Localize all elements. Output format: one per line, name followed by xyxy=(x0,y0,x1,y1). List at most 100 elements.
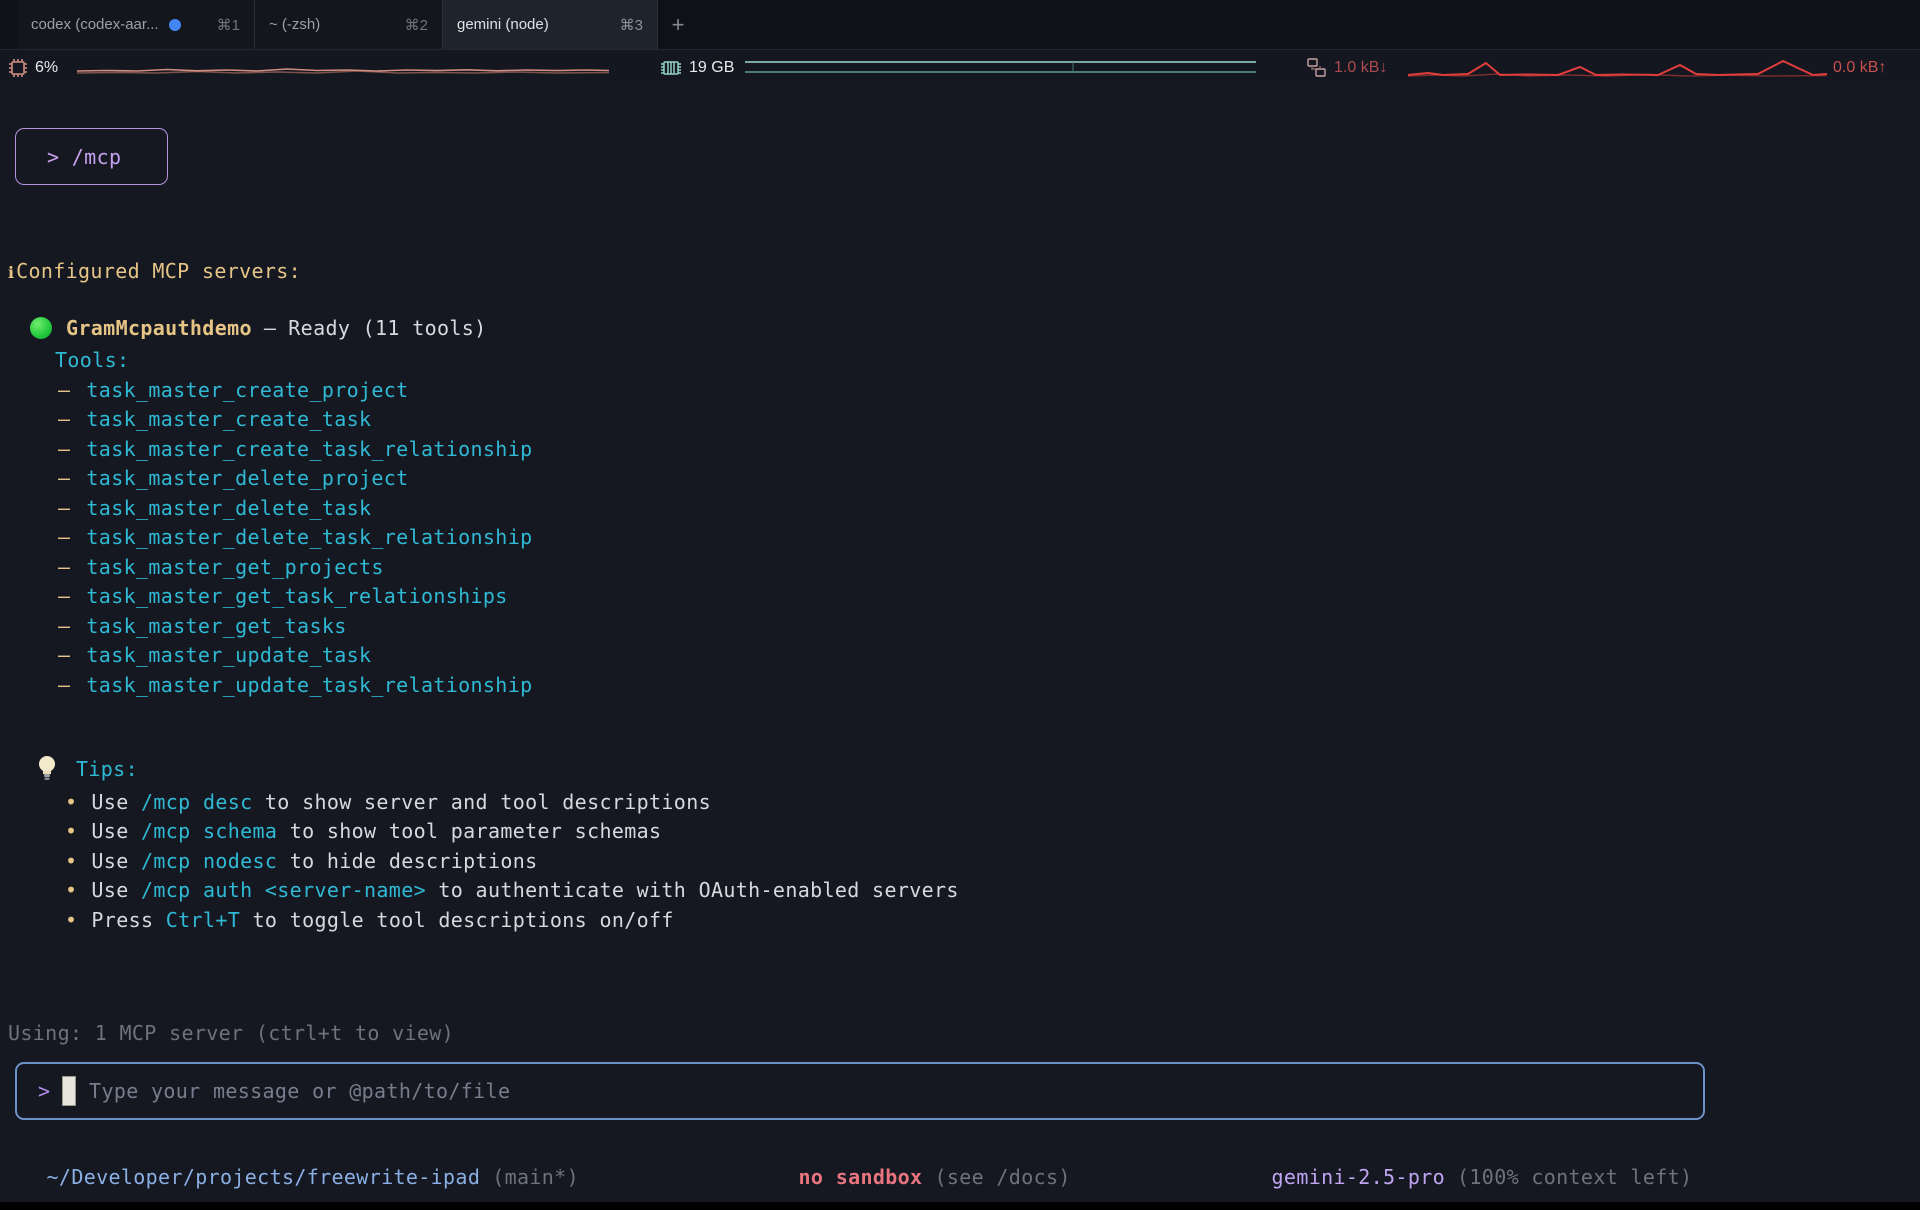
lightbulb-icon xyxy=(36,754,58,784)
tab-gemini-shortcut: ⌘3 xyxy=(620,16,643,34)
tool-bullet: – xyxy=(58,673,70,697)
tip-row: • Use /mcp schema to show tool parameter… xyxy=(65,819,661,843)
tool-name: task_master_create_task xyxy=(86,407,371,431)
command-echo-text: > /mcp xyxy=(47,145,121,169)
network-up-status: 0.0 kB↑ xyxy=(1833,51,1886,85)
tool-row: – task_master_create_task_relationship xyxy=(58,437,532,461)
git-branch: (main*) xyxy=(492,1165,579,1189)
new-tab-button[interactable]: + xyxy=(658,0,698,49)
footer-sandbox-group: no sandbox(see /docs) xyxy=(760,1146,1071,1208)
tab-codex-shortcut: ⌘1 xyxy=(217,16,240,34)
server-name: GramMcpauthdemo xyxy=(66,316,252,340)
tip-command: /mcp schema xyxy=(141,819,277,843)
tool-row: – task_master_update_task_relationship xyxy=(58,673,532,697)
input-placeholder: Type your message or @path/to/file xyxy=(89,1079,510,1103)
tool-row: – task_master_delete_task xyxy=(58,496,371,520)
tip-bullet: • xyxy=(65,908,77,932)
memory-ram-icon xyxy=(660,59,682,77)
tips-label: Tips: xyxy=(76,757,138,781)
network-status: 1.0 kB↓ xyxy=(1305,51,1387,85)
tip-text-pre: Use xyxy=(91,849,141,873)
memory-graph xyxy=(745,55,1256,81)
tool-row: – task_master_create_project xyxy=(58,378,409,402)
info-icon: ℹ xyxy=(8,263,14,282)
tool-bullet: – xyxy=(58,466,70,490)
tool-bullet: – xyxy=(58,643,70,667)
memory-status: 19 GB xyxy=(660,51,734,85)
tip-text-pre: Press xyxy=(91,908,165,932)
tip-text-post: to authenticate with OAuth-enabled serve… xyxy=(426,878,959,902)
tab-zsh-shortcut: ⌘2 xyxy=(405,16,428,34)
bottom-black-strip xyxy=(0,1202,1920,1210)
footer-model-group: gemini-2.5-pro (100% context left) xyxy=(1233,1146,1692,1208)
tool-row: – task_master_get_tasks xyxy=(58,614,347,638)
tool-name: task_master_get_projects xyxy=(86,555,383,579)
tool-name: task_master_delete_project xyxy=(86,466,408,490)
tool-row: – task_master_create_task xyxy=(58,407,371,431)
cpu-status: 6% xyxy=(8,51,58,85)
tool-bullet: – xyxy=(58,555,70,579)
tool-name: task_master_update_task xyxy=(86,643,371,667)
tip-command: /mcp desc xyxy=(141,790,253,814)
server-separator: – xyxy=(264,316,276,340)
working-directory: ~/Developer/projects/freewrite-ipad xyxy=(47,1165,481,1189)
tip-text-pre: Use xyxy=(91,790,141,814)
tab-bar: codex (codex-aar... ⌘1 ~ (-zsh) ⌘2 gemin… xyxy=(0,0,1920,50)
model-name: gemini-2.5-pro xyxy=(1272,1165,1445,1189)
footer-path-group: ~/Developer/projects/freewrite-ipad (main… xyxy=(8,1146,579,1208)
tip-text-post: to show server and tool descriptions xyxy=(253,790,711,814)
tool-name: task_master_update_task_relationship xyxy=(86,673,532,697)
terminal-window: codex (codex-aar... ⌘1 ~ (-zsh) ⌘2 gemin… xyxy=(0,0,1920,1210)
tab-gemini-title: gemini (node) xyxy=(457,16,549,33)
tool-name: task_master_get_tasks xyxy=(86,614,346,638)
context-remaining: (100% context left) xyxy=(1457,1165,1692,1189)
tip-command: /mcp nodesc xyxy=(141,849,277,873)
tip-command: /mcp auth <server-name> xyxy=(141,878,426,902)
tips-header: Tips: xyxy=(36,754,138,784)
network-down-rate: 1.0 kB↓ xyxy=(1334,59,1387,77)
tool-row: – task_master_delete_project xyxy=(58,466,409,490)
tip-bullet: • xyxy=(65,790,77,814)
cpu-chip-icon xyxy=(8,58,28,78)
tip-row: • Use /mcp nodesc to hide descriptions xyxy=(65,849,538,873)
tool-name: task_master_get_task_relationships xyxy=(86,584,507,608)
status-bar: 6% 19 GB xyxy=(0,51,1920,85)
memory-amount: 19 GB xyxy=(689,59,734,77)
tool-bullet: – xyxy=(58,584,70,608)
tab-zsh-title: ~ (-zsh) xyxy=(269,16,320,33)
tip-bullet: • xyxy=(65,878,77,902)
tip-text-pre: Use xyxy=(91,878,141,902)
tip-bullet: • xyxy=(65,819,77,843)
server-status: Ready (11 tools) xyxy=(288,316,486,340)
tip-text-post: to show tool parameter schemas xyxy=(277,819,661,843)
network-up-rate: 0.0 kB↑ xyxy=(1833,59,1886,77)
tip-row: • Use /mcp desc to show server and tool … xyxy=(65,790,711,814)
tool-bullet: – xyxy=(58,407,70,431)
tool-bullet: – xyxy=(58,525,70,549)
tool-name: task_master_create_project xyxy=(86,378,408,402)
sandbox-hint: (see /docs) xyxy=(934,1165,1070,1189)
mcp-servers-header-text: Configured MCP servers: xyxy=(16,259,301,283)
tab-codex[interactable]: codex (codex-aar... ⌘1 xyxy=(17,0,255,49)
tab-gemini[interactable]: gemini (node) ⌘3 xyxy=(443,0,658,49)
message-input[interactable]: > Type your message or @path/to/file xyxy=(15,1062,1705,1120)
tool-bullet: – xyxy=(58,614,70,638)
mcp-servers-header: ℹ Configured MCP servers: xyxy=(8,259,301,283)
tool-row: – task_master_update_task xyxy=(58,643,371,667)
tip-text-post: to toggle tool descriptions on/off xyxy=(240,908,674,932)
tool-bullet: – xyxy=(58,437,70,461)
text-cursor xyxy=(62,1076,76,1106)
input-prompt: > xyxy=(38,1079,50,1103)
tab-zsh[interactable]: ~ (-zsh) ⌘2 xyxy=(255,0,443,49)
tools-label: Tools: xyxy=(55,348,129,372)
tool-row: – task_master_get_projects xyxy=(58,555,384,579)
tip-row: • Press Ctrl+T to toggle tool descriptio… xyxy=(65,908,674,932)
mcp-server-row: GramMcpauthdemo – Ready (11 tools) xyxy=(30,316,487,340)
tool-bullet: – xyxy=(58,496,70,520)
tabbar-left-margin xyxy=(0,0,17,49)
cpu-percent: 6% xyxy=(35,59,58,77)
activity-dot-icon xyxy=(169,19,181,31)
tip-text-pre: Use xyxy=(91,819,141,843)
tip-bullet: • xyxy=(65,849,77,873)
tool-bullet: – xyxy=(58,378,70,402)
